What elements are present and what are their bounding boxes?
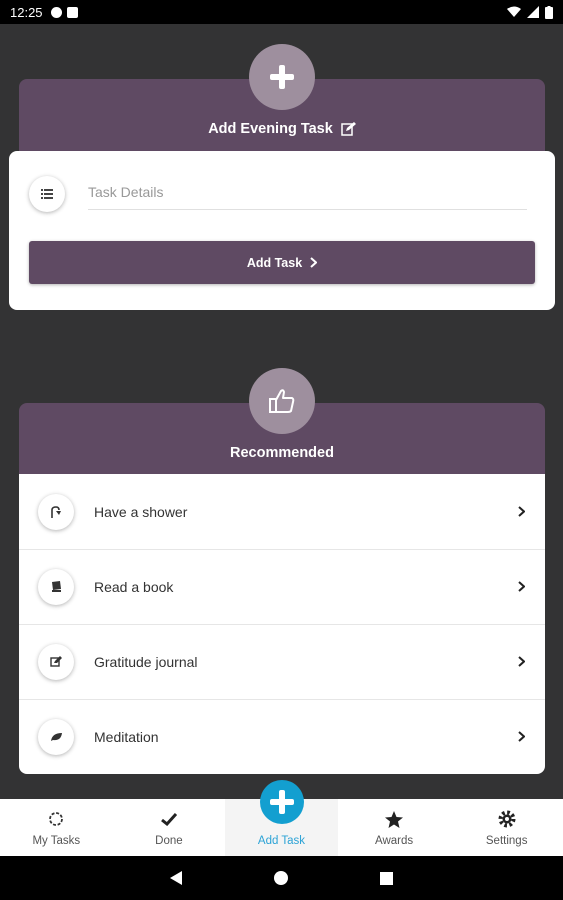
journal-icon-wrap: [38, 643, 74, 680]
nav-my-tasks[interactable]: My Tasks: [0, 799, 113, 856]
gear-icon: [498, 808, 516, 830]
chevron-right-icon: [518, 656, 525, 667]
status-time: 12:25: [10, 4, 43, 20]
add-task-button-label: Add Task: [246, 255, 303, 270]
shower-icon-wrap: [38, 493, 74, 530]
add-badge: [249, 44, 315, 110]
list-item-label: Have a shower: [94, 503, 188, 520]
system-nav-bar: [0, 856, 563, 900]
list-item[interactable]: Read a book: [19, 549, 545, 624]
nav-label: My Tasks: [32, 835, 81, 847]
battery-icon: [545, 5, 553, 19]
nav-settings[interactable]: Settings: [450, 799, 563, 856]
list-item-label: Meditation: [94, 728, 159, 745]
book-icon: [51, 581, 61, 592]
check-icon: [160, 808, 177, 830]
status-bar: 12:25: [0, 0, 563, 24]
nav-awards[interactable]: Awards: [338, 799, 451, 856]
chevron-right-icon: [518, 581, 525, 592]
plus-icon: [270, 65, 294, 89]
plus-icon: [270, 790, 294, 814]
list-icon: [41, 189, 53, 199]
nav-label: Awards: [375, 835, 414, 847]
chevron-right-icon: [310, 257, 318, 268]
book-icon-wrap: [38, 568, 74, 605]
recommended-title: Recommended: [230, 445, 334, 461]
thumbs-up-badge: [249, 368, 315, 434]
wifi-icon: [507, 6, 521, 17]
list-item-label: Gratitude journal: [94, 653, 198, 670]
shower-icon: [51, 505, 61, 518]
list-item[interactable]: Gratitude journal: [19, 624, 545, 699]
star-icon: [385, 808, 404, 830]
add-task-card: Add Task: [9, 151, 555, 310]
add-task-fab[interactable]: [260, 780, 304, 824]
home-icon[interactable]: [274, 871, 288, 885]
chevron-right-icon: [518, 731, 525, 742]
add-task-button[interactable]: Add Task: [29, 241, 535, 284]
notification-icon: [50, 6, 62, 18]
signal-icon: [527, 6, 539, 18]
add-task-title: Add Evening Task: [208, 121, 333, 137]
recents-icon[interactable]: [380, 871, 393, 885]
edit-icon: [341, 122, 356, 136]
sun-icon: [47, 808, 65, 830]
sd-card-icon: [66, 6, 78, 18]
list-item[interactable]: Have a shower: [19, 474, 545, 549]
leaf-icon-wrap: [38, 718, 74, 755]
journal-icon: [50, 656, 62, 667]
nav-label: Settings: [485, 835, 528, 847]
task-details-input[interactable]: [88, 175, 527, 210]
list-icon-wrap: [29, 176, 65, 212]
nav-label: Done: [155, 835, 183, 847]
recommended-list: Have a shower Read a book Gratitude jour…: [19, 474, 545, 774]
chevron-right-icon: [518, 506, 525, 517]
list-item-label: Read a book: [94, 578, 174, 595]
list-item[interactable]: Meditation: [19, 699, 545, 774]
nav-label: Add Task: [257, 835, 306, 847]
thumbs-up-icon: [269, 389, 295, 413]
leaf-icon: [50, 732, 62, 741]
back-icon[interactable]: [170, 871, 182, 885]
nav-done[interactable]: Done: [113, 799, 226, 856]
